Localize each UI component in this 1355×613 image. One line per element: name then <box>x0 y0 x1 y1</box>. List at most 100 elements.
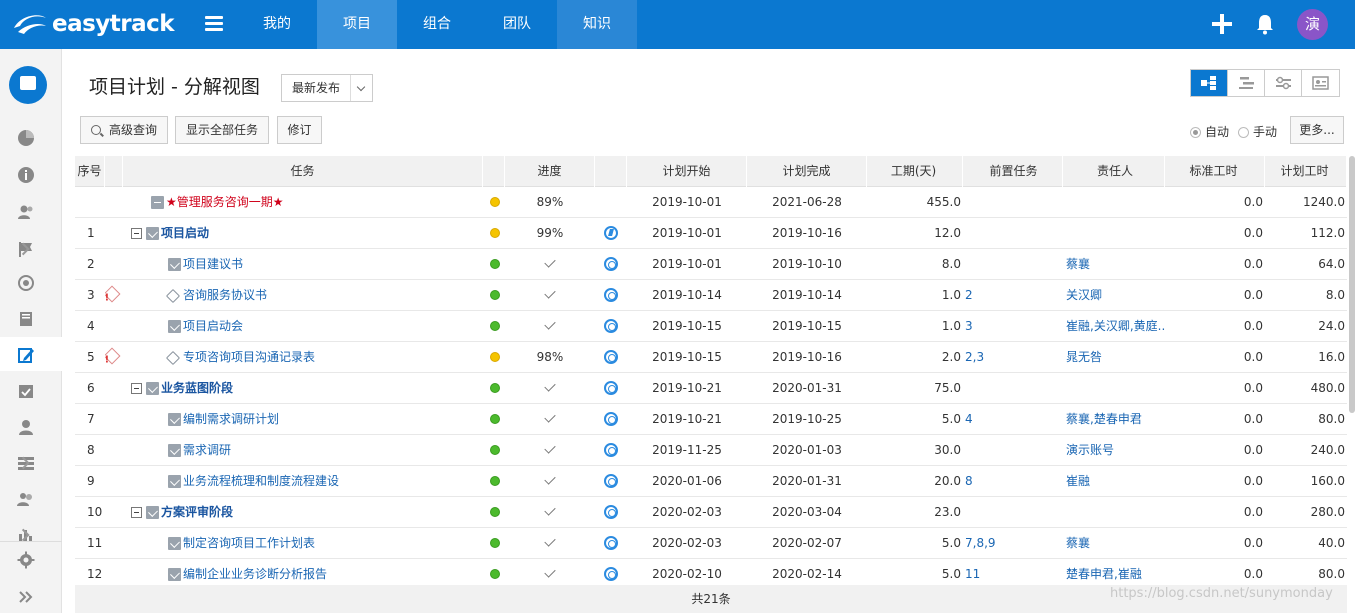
row-owner[interactable] <box>1063 187 1165 218</box>
task-name-link[interactable]: 咨询服务协议书 <box>183 280 267 311</box>
plus-icon[interactable] <box>1212 14 1232 34</box>
auto-radio[interactable]: 自动 <box>1190 123 1229 140</box>
project-logo-icon[interactable] <box>9 66 47 104</box>
sidebar-item-milestones[interactable] <box>0 231 62 265</box>
col-end[interactable]: 计划完成 <box>747 156 867 187</box>
revise-button[interactable]: 修订 <box>277 116 322 144</box>
row-task[interactable]: 业务蓝图阶段 <box>123 373 483 404</box>
row-owner[interactable]: 崔融,关汉卿,黄庭... <box>1063 311 1165 342</box>
row-task[interactable]: 方案评审阶段 <box>123 497 483 528</box>
table-row[interactable]: 10 方案评审阶段 2020-02-03 2020-03-04 23.0 0.0 280.0 <box>75 497 1347 528</box>
sidebar-item-list[interactable] <box>0 445 62 479</box>
nav-item-portfolio[interactable]: 组合 <box>397 0 477 49</box>
row-predecessor[interactable]: 2 <box>963 280 1063 311</box>
sidebar-expand[interactable] <box>0 579 62 613</box>
row-task[interactable]: 专项咨询项目沟通记录表 <box>123 342 483 373</box>
circle-status-icon[interactable] <box>604 474 618 488</box>
row-owner[interactable] <box>1063 218 1165 249</box>
nav-item-mine[interactable]: 我的 <box>237 0 317 49</box>
nav-item-team[interactable]: 团队 <box>477 0 557 49</box>
table-row[interactable]: 11 制定咨询项目工作计划表 2020-02-03 2020-02-07 5.0 7,8,… <box>75 528 1347 559</box>
row-task[interactable]: 项目启动 <box>123 218 483 249</box>
row-owner[interactable] <box>1063 373 1165 404</box>
app-logo[interactable]: easytrack <box>12 8 175 40</box>
row-owner[interactable]: 蔡襄,楚春申君 <box>1063 404 1165 435</box>
circle-status-icon[interactable] <box>604 536 618 550</box>
view-gantt-button[interactable] <box>1228 70 1265 96</box>
row-predecessor[interactable] <box>963 218 1063 249</box>
col-start[interactable]: 计划开始 <box>627 156 747 187</box>
table-row[interactable]: 9 业务流程梳理和制度流程建设 2020-01-06 2020-01-31 20.0 8 崔… <box>75 466 1347 497</box>
task-name-link[interactable]: 编制需求调研计划 <box>183 404 279 435</box>
col-progress[interactable]: 进度 <box>505 156 595 187</box>
menu-icon[interactable] <box>205 16 223 32</box>
row-predecessor[interactable]: 7,8,9 <box>963 528 1063 559</box>
row-task[interactable]: 业务流程梳理和制度流程建设 <box>123 466 483 497</box>
advanced-search-button[interactable]: 高级查询 <box>80 116 168 144</box>
row-task[interactable]: 制定咨询项目工作计划表 <box>123 528 483 559</box>
task-name-link[interactable]: 业务流程梳理和制度流程建设 <box>183 466 339 497</box>
nav-item-knowledge[interactable]: 知识 <box>557 0 637 49</box>
row-predecessor[interactable] <box>963 187 1063 218</box>
sidebar-item-team[interactable] <box>0 481 62 515</box>
table-row[interactable]: 4 项目启动会 2019-10-15 2019-10-15 1.0 3 崔融,关汉卿,黄庭.… <box>75 311 1347 342</box>
vertical-scrollbar[interactable] <box>1349 156 1355 413</box>
sidebar-item-person[interactable] <box>0 409 62 443</box>
version-select[interactable]: 最新发布 <box>281 74 373 102</box>
row-task[interactable]: 项目启动会 <box>123 311 483 342</box>
table-row[interactable]: 6 业务蓝图阶段 2019-10-21 2020-01-31 75.0 0.0 480.0 <box>75 373 1347 404</box>
task-name-link[interactable]: 需求调研 <box>183 435 231 466</box>
sidebar-item-dashboard[interactable] <box>0 120 62 154</box>
row-task[interactable]: 咨询服务协议书 <box>123 280 483 311</box>
row-predecessor[interactable] <box>963 249 1063 280</box>
table-row[interactable]: ★管理服务咨询一期★ 89% 2019-10-01 2021-06-28 455.0 0.… <box>75 187 1347 218</box>
row-owner[interactable]: 晁无咎 <box>1063 342 1165 373</box>
table-row[interactable]: 8 需求调研 2019-11-25 2020-01-03 30.0 演示账号 0.0 240.… <box>75 435 1347 466</box>
task-name-link[interactable]: 业务蓝图阶段 <box>161 373 233 404</box>
sidebar-item-plan[interactable] <box>0 337 62 371</box>
task-name-link[interactable]: 项目建议书 <box>183 249 243 280</box>
col-seq[interactable]: 序号 <box>75 156 105 187</box>
col-predecessor[interactable]: 前置任务 <box>963 156 1063 187</box>
avatar[interactable]: 演 <box>1297 9 1328 40</box>
manual-radio[interactable]: 手动 <box>1238 123 1277 140</box>
task-name-link[interactable]: 项目启动会 <box>183 311 243 342</box>
view-filter-button[interactable] <box>1265 70 1302 96</box>
col-plan-hours[interactable]: 计划工时 <box>1265 156 1347 187</box>
view-wbs-button[interactable] <box>1191 70 1228 96</box>
col-owner[interactable]: 责任人 <box>1063 156 1165 187</box>
sidebar-item-calendar[interactable] <box>0 373 62 407</box>
circle-status-icon[interactable] <box>604 350 618 364</box>
row-owner[interactable]: 演示账号 <box>1063 435 1165 466</box>
circle-status-icon[interactable] <box>604 381 618 395</box>
circle-status-icon[interactable] <box>604 567 618 581</box>
row-owner[interactable]: 蔡襄 <box>1063 528 1165 559</box>
row-owner[interactable]: 关汉卿 <box>1063 280 1165 311</box>
row-task[interactable]: 编制需求调研计划 <box>123 404 483 435</box>
row-predecessor[interactable] <box>963 435 1063 466</box>
task-name-link[interactable]: 制定咨询项目工作计划表 <box>183 528 315 559</box>
row-predecessor[interactable] <box>963 373 1063 404</box>
show-all-tasks-button[interactable]: 显示全部任务 <box>175 116 269 144</box>
lightning-icon[interactable] <box>604 226 618 240</box>
table-row[interactable]: 2 项目建议书 2019-10-01 2019-10-10 8.0 蔡襄 0.0 64.0 <box>75 249 1347 280</box>
sidebar-item-documents[interactable] <box>0 301 62 335</box>
collapse-toggle-icon[interactable] <box>131 383 142 394</box>
task-name-link[interactable]: 方案评审阶段 <box>161 497 233 528</box>
col-task[interactable]: 任务 <box>123 156 483 187</box>
table-row[interactable]: 3 咨询服务协议书 2019-10-14 2019-10-14 1.02关汉卿 0.0 8.… <box>75 280 1347 311</box>
circle-status-icon[interactable] <box>604 505 618 519</box>
circle-status-icon[interactable] <box>604 412 618 426</box>
circle-status-icon[interactable] <box>604 257 618 271</box>
row-owner[interactable] <box>1063 497 1165 528</box>
circle-status-icon[interactable] <box>604 443 618 457</box>
task-name-link[interactable]: 专项咨询项目沟通记录表 <box>183 342 315 373</box>
bell-icon[interactable] <box>1255 13 1275 35</box>
task-name-link[interactable]: ★管理服务咨询一期★ <box>166 187 284 218</box>
table-row[interactable]: 1 项目启动 99% 2019-10-01 2019-10-16 12.0 0.0 112.0 <box>75 218 1347 249</box>
row-owner[interactable]: 崔融 <box>1063 466 1165 497</box>
view-card-button[interactable] <box>1302 70 1339 96</box>
sidebar-item-members[interactable] <box>0 194 62 228</box>
sidebar-item-info[interactable] <box>0 157 62 191</box>
circle-status-icon[interactable] <box>604 288 618 302</box>
